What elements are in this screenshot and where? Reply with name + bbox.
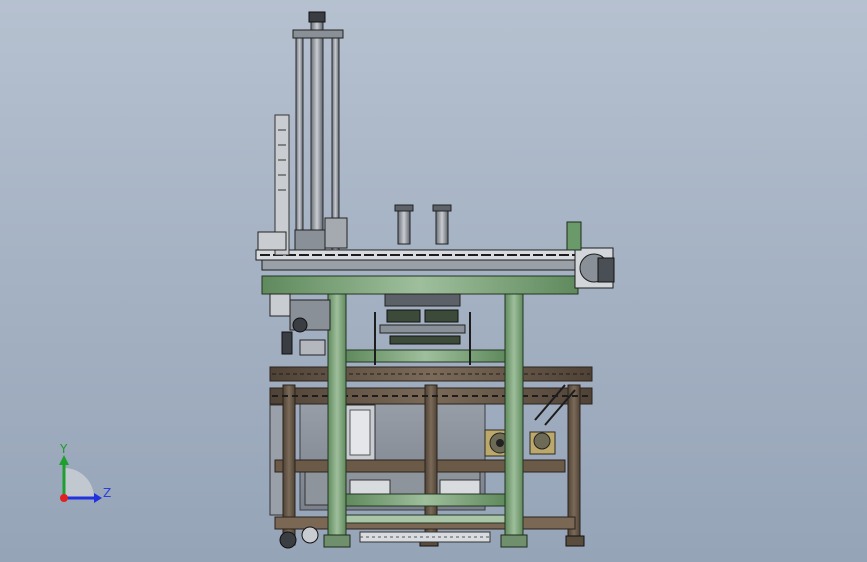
machine-model[interactable] [0,0,867,562]
z-axis-label: Z [103,486,112,500]
side-gripper[interactable] [269,293,331,356]
x-axis-point [60,494,68,502]
bottom-rollers [359,531,491,543]
axis-triad [59,455,102,503]
vertical-lifter[interactable] [257,11,348,256]
cad-viewport[interactable]: Y Z [0,0,867,562]
y-axis-label: Y [60,442,68,456]
